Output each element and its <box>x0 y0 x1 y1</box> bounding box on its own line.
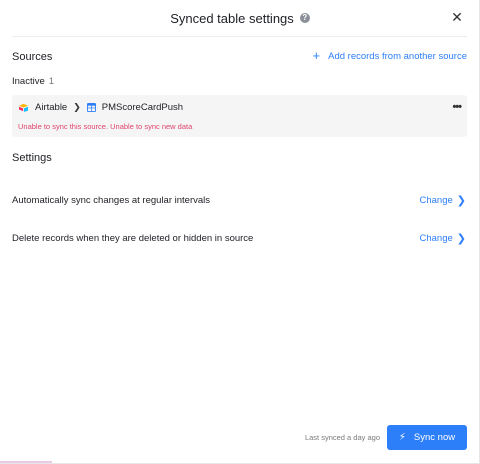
change-delete-records-button[interactable]: Change ❯ <box>420 232 467 245</box>
last-synced-text: Last synced a day ago <box>304 433 380 442</box>
inactive-count: 1 <box>48 76 55 87</box>
dialog-title: Synced table settings <box>170 10 294 26</box>
settings-heading: Settings <box>12 152 52 164</box>
header-divider <box>12 36 467 37</box>
source-card[interactable]: Airtable ❯ PMScoreCardPush Unable to syn… <box>12 95 467 137</box>
source-path: Airtable ❯ PMScoreCardPush <box>18 102 183 113</box>
sync-now-label: Sync now <box>413 432 456 443</box>
source-error-message: Unable to sync this source. Unable to sy… <box>18 122 193 131</box>
setting-row-delete-records: Delete records when they are deleted or … <box>12 230 466 246</box>
source-provider: Airtable <box>35 102 68 113</box>
add-source-button[interactable]: + Add records from another source <box>312 48 467 63</box>
table-icon <box>86 103 96 112</box>
plus-icon: + <box>312 48 321 63</box>
bottom-accent-bar <box>0 461 52 463</box>
more-options-icon[interactable]: ••• <box>452 101 462 113</box>
close-icon[interactable]: ✕ <box>450 9 464 25</box>
source-table-name: PMScoreCardPush <box>101 102 184 113</box>
synced-table-settings-dialog: Synced table settings ? ✕ Sources + Add … <box>0 0 480 464</box>
setting-label: Delete records when they are deleted or … <box>12 232 254 244</box>
change-label: Change <box>419 232 453 244</box>
chevron-right-icon: ❯ <box>73 102 81 112</box>
sync-now-button[interactable]: ⚡︎ Sync now <box>387 425 467 450</box>
setting-label: Automatically sync changes at regular in… <box>12 194 211 206</box>
chevron-right-icon: ❯ <box>456 232 466 245</box>
inactive-text: Inactive <box>12 76 45 87</box>
lightning-icon: ⚡︎ <box>398 432 406 443</box>
add-source-label: Add records from another source <box>328 50 467 62</box>
help-circle-icon[interactable]: ? <box>299 13 310 23</box>
sources-heading: Sources <box>12 51 53 63</box>
dialog-header: Synced table settings ? <box>0 0 480 36</box>
setting-row-sync-interval: Automatically sync changes at regular in… <box>12 192 466 208</box>
change-sync-interval-button[interactable]: Change ❯ <box>420 194 467 207</box>
inactive-label: Inactive 1 <box>12 76 54 87</box>
change-label: Change <box>419 194 453 206</box>
dialog-footer: Last synced a day ago ⚡︎ Sync now <box>305 425 467 450</box>
chevron-right-icon: ❯ <box>456 194 466 207</box>
airtable-icon <box>19 103 28 112</box>
